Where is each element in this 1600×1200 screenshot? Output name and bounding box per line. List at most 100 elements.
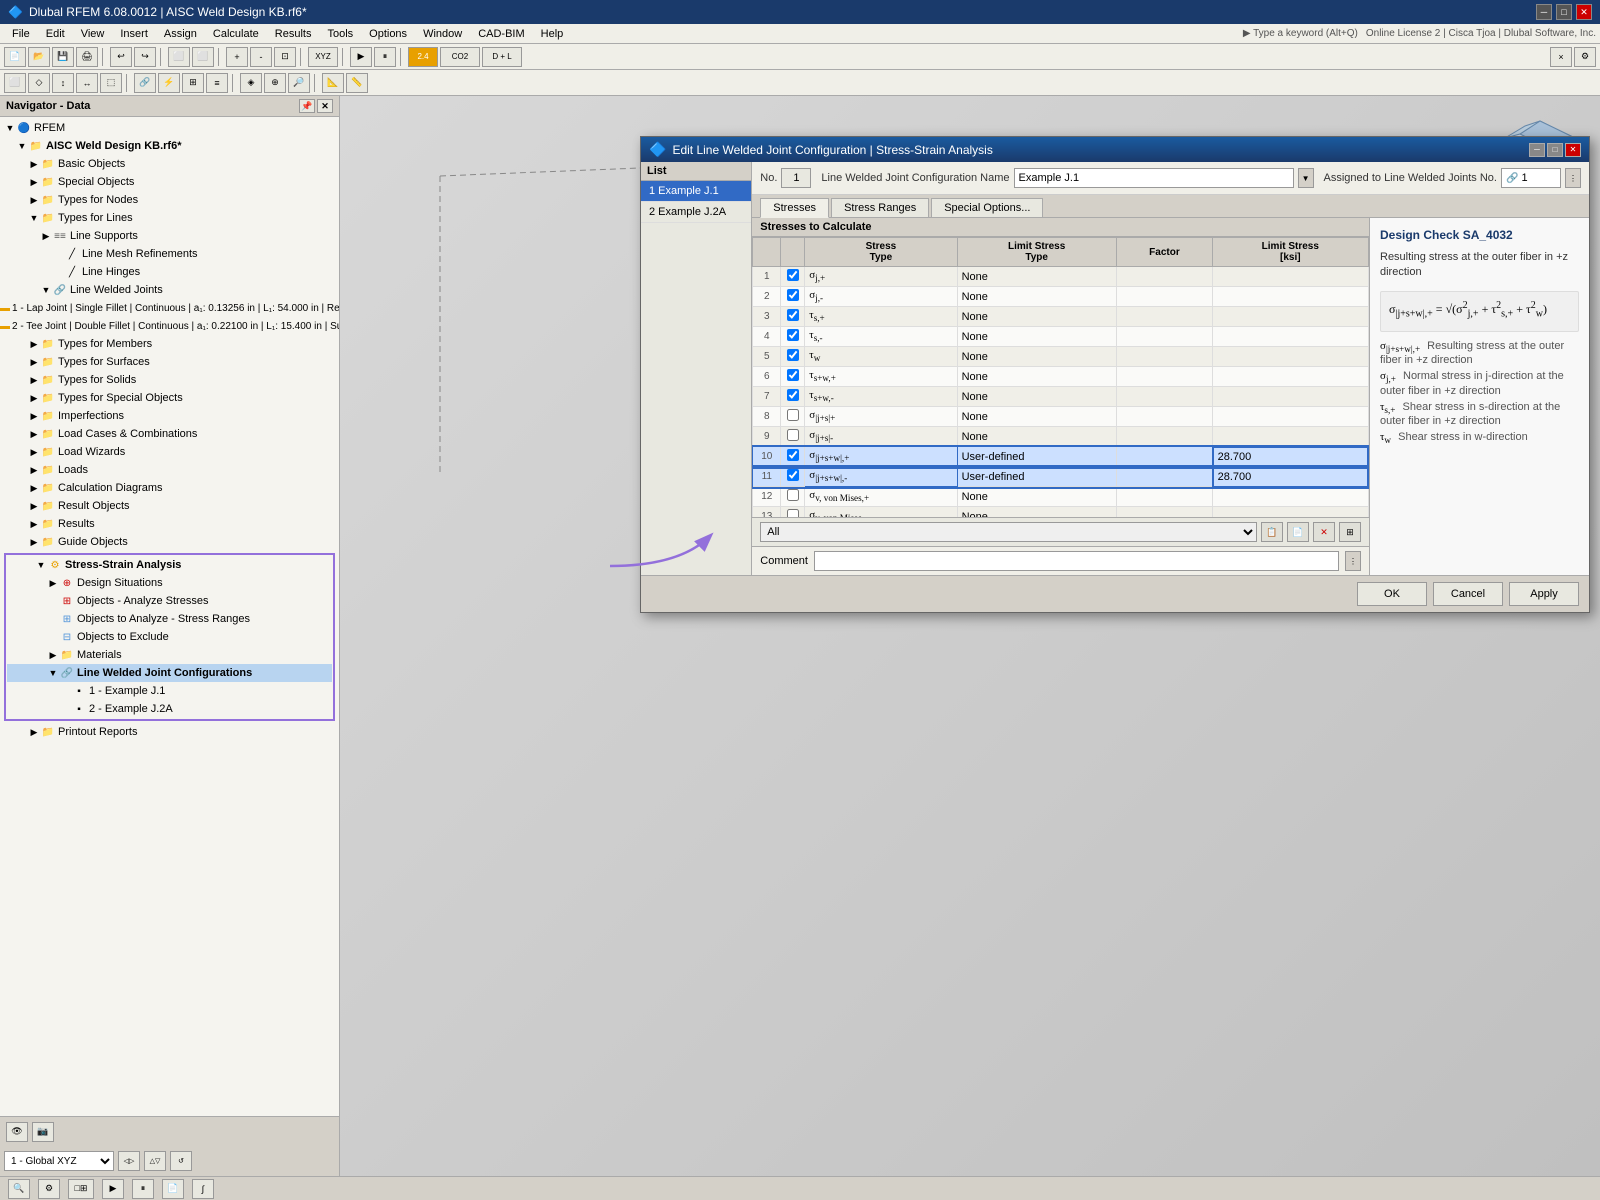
tb-select[interactable]: ⬜: [168, 47, 190, 67]
cb-3[interactable]: [787, 309, 799, 321]
cb-12[interactable]: [787, 489, 799, 501]
tb2-12[interactable]: 🔎: [288, 73, 310, 93]
nav-btn1[interactable]: 👁: [6, 1122, 28, 1142]
menu-results[interactable]: Results: [267, 26, 320, 42]
tb-co2-2[interactable]: CO2: [440, 47, 480, 67]
limit-stress-10[interactable]: 28.700: [1213, 447, 1368, 467]
close-btn[interactable]: ✕: [1576, 4, 1592, 20]
menu-tools[interactable]: Tools: [319, 26, 361, 42]
tree-item-load-wizards[interactable]: ▶ 📁 Load Wizards: [0, 443, 339, 461]
tree-item-objects-exclude[interactable]: ⊟ Objects to Exclude: [7, 628, 332, 646]
tab-stress-ranges[interactable]: Stress Ranges: [831, 198, 929, 217]
menu-window[interactable]: Window: [415, 26, 470, 42]
limit-type-11[interactable]: User-defined: [957, 467, 1116, 487]
dropdown-arrow-assigned[interactable]: ⋮: [1565, 168, 1581, 188]
cb-1[interactable]: [787, 269, 799, 281]
filter-btn4[interactable]: ⊞: [1339, 522, 1361, 542]
tree-item-lwj2[interactable]: ▬ 2 - Tee Joint | Double Fillet | Contin…: [0, 317, 339, 335]
tb2-2[interactable]: ◇: [28, 73, 50, 93]
status-btn6[interactable]: 📄: [162, 1179, 184, 1199]
cb-4[interactable]: [787, 329, 799, 341]
field-name-input[interactable]: [1014, 168, 1294, 188]
menu-insert[interactable]: Insert: [112, 26, 156, 42]
tree-item-loads[interactable]: ▶ 📁 Loads: [0, 461, 339, 479]
tb2-5[interactable]: ⬚: [100, 73, 122, 93]
cb-5[interactable]: [787, 349, 799, 361]
stress-table-wrapper[interactable]: StressType Limit StressType Factor Limit…: [752, 237, 1369, 517]
modal-minimize[interactable]: ─: [1529, 143, 1545, 157]
tb2-4[interactable]: ↔: [76, 73, 98, 93]
view-btn3[interactable]: ↺: [170, 1151, 192, 1171]
tree-item-line-mesh[interactable]: ╱ Line Mesh Refinements: [0, 245, 339, 263]
ok-button[interactable]: OK: [1357, 582, 1427, 606]
tree-item-config2[interactable]: ▪ 2 - Example J.2A: [7, 700, 332, 718]
tree-item-types-solids[interactable]: ▶ 📁 Types for Solids: [0, 371, 339, 389]
tb2-14[interactable]: 📏: [346, 73, 368, 93]
menu-calculate[interactable]: Calculate: [205, 26, 267, 42]
maximize-btn[interactable]: □: [1556, 4, 1572, 20]
tb-new[interactable]: 📄: [4, 47, 26, 67]
tree-item-guide-objects[interactable]: ▶ 📁 Guide Objects: [0, 533, 339, 551]
tree-item-basic[interactable]: ▶ 📁 Basic Objects: [0, 155, 339, 173]
cb-10[interactable]: [787, 449, 799, 461]
nav-pin[interactable]: 📌: [299, 99, 315, 113]
view-btn1[interactable]: ◁▷: [118, 1151, 140, 1171]
view-select[interactable]: 1 - Global XYZ: [4, 1151, 114, 1171]
tree-item-objects-stresses[interactable]: ⊞ Objects - Analyze Stresses: [7, 592, 332, 610]
tree-item-project[interactable]: ▼ 📁 AISC Weld Design KB.rf6*: [0, 137, 339, 155]
tb-dl[interactable]: D + L: [482, 47, 522, 67]
tree-item-types-nodes[interactable]: ▶ 📁 Types for Nodes: [0, 191, 339, 209]
cb-9[interactable]: [787, 429, 799, 441]
dropdown-arrow-comment[interactable]: ⋮: [1345, 551, 1361, 571]
tree-item-special[interactable]: ▶ 📁 Special Objects: [0, 173, 339, 191]
tb-redo[interactable]: ↪: [134, 47, 156, 67]
status-btn4[interactable]: ▶: [102, 1179, 124, 1199]
tree-item-line-supports[interactable]: ▶ ≡≡ Line Supports: [0, 227, 339, 245]
tree-item-objects-ranges[interactable]: ⊞ Objects to Analyze - Stress Ranges: [7, 610, 332, 628]
modal-close[interactable]: ✕: [1565, 143, 1581, 157]
tb-zoom-in[interactable]: +: [226, 47, 248, 67]
tb-render[interactable]: ▶: [350, 47, 372, 67]
filter-select[interactable]: All: [760, 522, 1257, 542]
tree-item-line-hinges[interactable]: ╱ Line Hinges: [0, 263, 339, 281]
comment-input[interactable]: [814, 551, 1339, 571]
tb-select2[interactable]: ⬜: [192, 47, 214, 67]
menu-view[interactable]: View: [73, 26, 113, 42]
tb2-13[interactable]: 📐: [322, 73, 344, 93]
tree-item-lwj[interactable]: ▼ 🔗 Line Welded Joints: [0, 281, 339, 299]
tb2-11[interactable]: ⊕: [264, 73, 286, 93]
modal-dialog[interactable]: 🔷 Edit Line Welded Joint Configuration |…: [640, 136, 1590, 613]
tb2-9[interactable]: ≡: [206, 73, 228, 93]
tb-zoom-fit[interactable]: ⊡: [274, 47, 296, 67]
menu-file[interactable]: File: [4, 26, 38, 42]
tab-special-options[interactable]: Special Options...: [931, 198, 1043, 217]
tree-item-imperfections[interactable]: ▶ 📁 Imperfections: [0, 407, 339, 425]
tree-item-types-surfaces[interactable]: ▶ 📁 Types for Surfaces: [0, 353, 339, 371]
tb2-7[interactable]: ⚡: [158, 73, 180, 93]
list-item-2[interactable]: 2 Example J.2A: [641, 202, 751, 223]
tree-item-calc-diagrams[interactable]: ▶ 📁 Calculation Diagrams: [0, 479, 339, 497]
tree-item-types-special-obj[interactable]: ▶ 📁 Types for Special Objects: [0, 389, 339, 407]
tree-item-lwjc[interactable]: ▼ 🔗 Line Welded Joint Configurations: [7, 664, 332, 682]
cb-8[interactable]: [787, 409, 799, 421]
tree-item-result-objects[interactable]: ▶ 📁 Result Objects: [0, 497, 339, 515]
cb-13[interactable]: [787, 509, 799, 517]
cancel-button[interactable]: Cancel: [1433, 582, 1503, 606]
tb-3d[interactable]: XYZ: [308, 47, 338, 67]
cb-6[interactable]: [787, 369, 799, 381]
limit-type-10[interactable]: User-defined: [957, 447, 1116, 467]
menu-help[interactable]: Help: [533, 26, 572, 42]
tb-r2[interactable]: ⚙: [1574, 47, 1596, 67]
tree-item-design-situations[interactable]: ▶ ⊕ Design Situations: [7, 574, 332, 592]
status-btn1[interactable]: 🔍: [8, 1179, 30, 1199]
dropdown-arrow-name[interactable]: ▼: [1298, 168, 1314, 188]
tb-render2[interactable]: ⏸: [374, 47, 396, 67]
tb2-6[interactable]: 🔗: [134, 73, 156, 93]
tree-item-rfem[interactable]: ▼ 🔵 RFEM: [0, 119, 339, 137]
tree-item-materials[interactable]: ▶ 📁 Materials: [7, 646, 332, 664]
tb2-3[interactable]: ↕: [52, 73, 74, 93]
view-btn2[interactable]: △▽: [144, 1151, 166, 1171]
tb-co2[interactable]: 2.4: [408, 47, 438, 67]
modal-maximize[interactable]: □: [1547, 143, 1563, 157]
tree-item-config1[interactable]: ▪ 1 - Example J.1: [7, 682, 332, 700]
